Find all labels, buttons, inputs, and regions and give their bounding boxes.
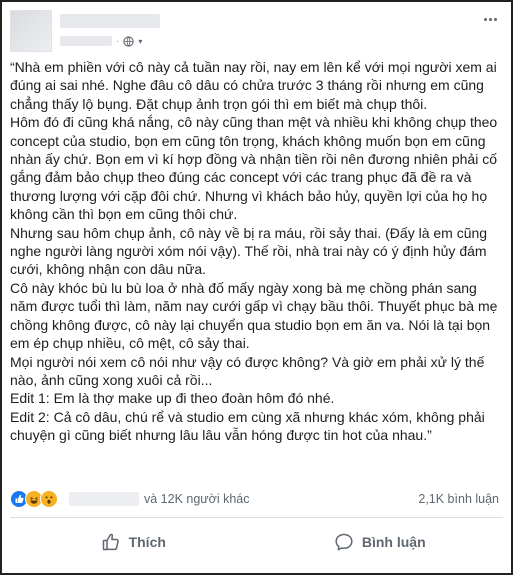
caret-down-icon[interactable]: ▾ <box>138 37 142 46</box>
comment-label: Bình luận <box>361 534 426 550</box>
author-name-blurred[interactable] <box>60 14 160 28</box>
like-label: Thích <box>128 534 166 550</box>
more-options-icon[interactable] <box>479 12 501 26</box>
meta-separator: · <box>116 35 120 47</box>
post-actions: Thích Bình luận <box>10 522 503 562</box>
post-meta: · ▾ <box>60 34 142 48</box>
reaction-count[interactable]: và 12K người khác <box>144 492 250 506</box>
like-button[interactable]: Thích <box>10 522 257 562</box>
globe-icon[interactable] <box>123 35 134 47</box>
comment-button[interactable]: Bình luận <box>257 522 504 562</box>
reaction-stats-bar: và 12K người khác 2,1K bình luận <box>10 489 503 509</box>
facebook-post-card: · ▾ “Nhà em phiền với cô này cả tuần nay… <box>0 0 513 575</box>
avatar[interactable] <box>10 10 52 52</box>
comment-count[interactable]: 2,1K bình luận <box>418 492 499 506</box>
action-divider <box>10 517 503 518</box>
post-body-text: “Nhà em phiền với cô này cả tuần nay rồi… <box>10 59 498 444</box>
post-header: · ▾ <box>10 10 503 52</box>
timestamp-blurred[interactable] <box>60 36 112 46</box>
wow-reaction-icon <box>40 490 58 508</box>
reactor-names-blurred[interactable] <box>69 492 139 506</box>
thumbs-up-icon <box>102 533 119 551</box>
speech-bubble-icon <box>335 533 353 551</box>
reaction-icons[interactable] <box>10 490 58 508</box>
